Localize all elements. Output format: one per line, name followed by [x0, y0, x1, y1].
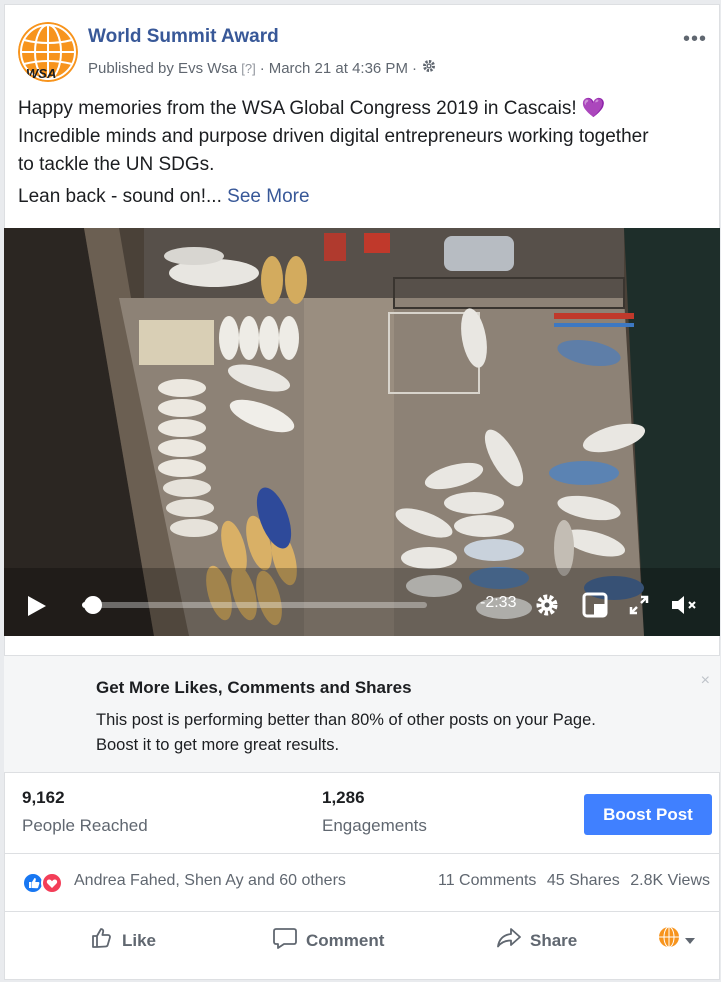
people-reached-value: 9,162	[22, 788, 65, 807]
boost-panel-line: Boost it to get more great results.	[96, 736, 340, 754]
video-progress-handle[interactable]	[84, 596, 102, 614]
post-insights: 9,162 People Reached 1,286 Engagements B…	[4, 774, 720, 852]
comment-label: Comment	[306, 930, 385, 950]
video-frame	[4, 228, 720, 636]
post-short-line: Lean back - sound on!... See More	[18, 186, 310, 208]
video-progress-bar[interactable]	[82, 596, 427, 614]
post-text-line: Happy memories from the WSA Global Congr…	[18, 98, 606, 119]
page-avatar[interactable]: WSA	[18, 22, 78, 82]
boost-panel-title: Get More Likes, Comments and Shares	[96, 678, 412, 697]
reactions-bar: Andrea Fahed, Shen Ay and 60 others 11 C…	[4, 853, 720, 911]
people-reached-label: People Reached	[22, 816, 148, 835]
audience-gear-icon[interactable]	[421, 58, 437, 78]
thumbs-up-icon	[90, 926, 114, 955]
comments-count-link[interactable]: 11 Comments	[438, 872, 536, 889]
post-date-link[interactable]: March 21 at 4:36 PM	[269, 60, 408, 77]
play-icon[interactable]	[26, 594, 48, 623]
video-player[interactable]: -2:33	[4, 228, 720, 636]
question-mark-link[interactable]: [?]	[241, 61, 255, 76]
share-button[interactable]: Share	[496, 926, 577, 955]
reaction-names-link[interactable]: Andrea Fahed, Shen Ay and 60 others	[74, 872, 346, 890]
like-label: Like	[122, 930, 157, 950]
mute-icon[interactable]	[670, 593, 700, 622]
share-label: Share	[530, 930, 578, 950]
post-text-short: Lean back - sound on!...	[18, 186, 222, 207]
settings-icon[interactable]	[534, 592, 560, 623]
post-options-menu[interactable]: •••	[683, 28, 707, 51]
comment-bubble-icon	[272, 926, 298, 955]
page-name-link[interactable]: World Summit Award	[88, 26, 279, 48]
boost-panel-line: This post is performing better than 80% …	[96, 711, 596, 729]
reaction-icons[interactable]	[22, 872, 70, 894]
engagements-value: 1,286	[322, 788, 365, 807]
page-avatar-small-icon	[658, 926, 680, 953]
fullscreen-icon[interactable]	[628, 594, 650, 621]
like-button[interactable]: Like	[90, 926, 156, 955]
pip-icon[interactable]	[582, 592, 608, 623]
post-text-line: Incredible minds and purpose driven digi…	[18, 126, 649, 147]
post-as-selector[interactable]	[658, 926, 696, 953]
engagements-stat[interactable]: 1,286 Engagements	[322, 788, 427, 836]
shares-count-link[interactable]: 45 Shares	[547, 872, 620, 889]
post-actions: Like Comment Share	[4, 911, 720, 969]
published-by: Published by Evs Wsa	[88, 59, 238, 77]
views-count-link[interactable]: 2.8K Views	[630, 872, 710, 889]
meta-separator-2: ·	[411, 59, 417, 77]
boost-suggestion-panel: Get More Likes, Comments and Shares This…	[4, 655, 720, 773]
boost-panel-body: This post is performing better than 80% …	[96, 708, 676, 758]
engagement-counts: 11 Comments 45 Shares 2.8K Views	[438, 872, 710, 890]
chevron-down-icon	[684, 930, 696, 950]
boost-post-button[interactable]: Boost Post	[584, 794, 712, 835]
comment-button[interactable]: Comment	[272, 926, 384, 955]
svg-text:WSA: WSA	[26, 66, 56, 81]
post-meta: Published by Evs Wsa [?] · March 21 at 4…	[88, 58, 437, 78]
people-reached-stat[interactable]: 9,162 People Reached	[22, 788, 148, 836]
video-time-remaining: -2:33	[480, 594, 517, 611]
see-more-link[interactable]: See More	[227, 186, 309, 207]
post-text-line: to tackle the UN SDGs.	[18, 154, 215, 175]
post-header: WSA World Summit Award Published by Evs …	[18, 22, 707, 82]
engagements-label: Engagements	[322, 816, 427, 835]
share-arrow-icon	[496, 926, 522, 955]
meta-separator: ·	[259, 59, 265, 77]
close-icon[interactable]: ×	[701, 672, 710, 690]
post-body: Happy memories from the WSA Global Congr…	[18, 95, 708, 179]
